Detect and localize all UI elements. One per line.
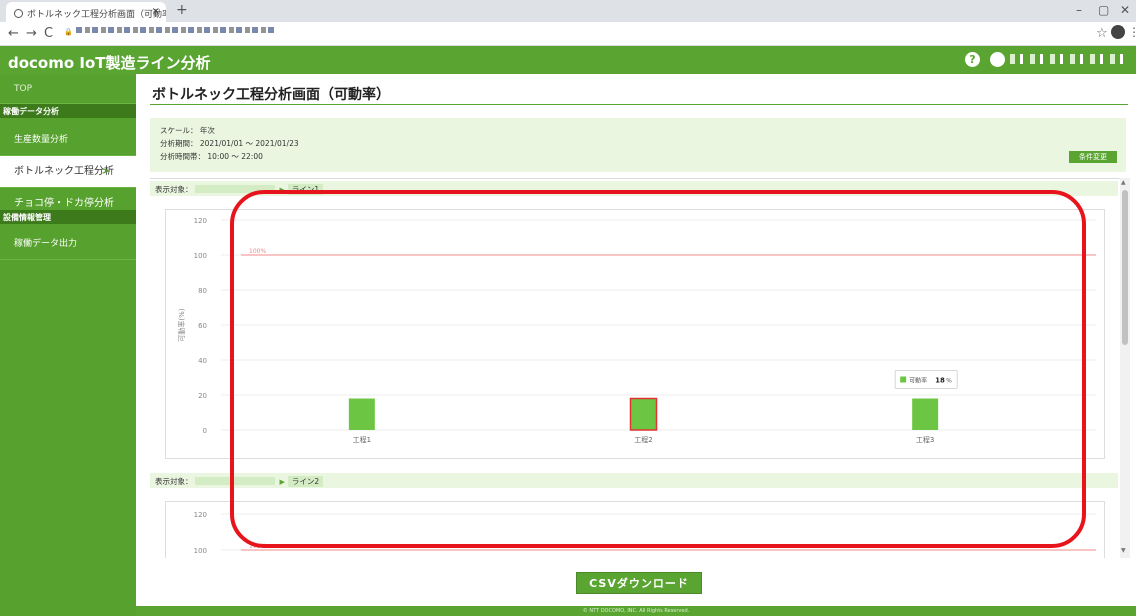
condition-time-range: 分析時間帯： 10:00 ～ 22:00 [160,152,263,161]
y-tick-label: 80 [198,287,207,295]
footer-copyright: © NTT DOCOMO, INC. All Rights Reserved. [136,606,1136,616]
y-tick-label: 100 [194,252,207,260]
y-tick-label: 60 [198,322,207,330]
play-arrow-icon: ▶ [279,478,285,486]
minimize-icon[interactable]: – [1076,3,1082,17]
browser-tab-bar: ボトルネック工程分析画面（可動率 × + – ▢ ✕ [0,0,1136,22]
title-divider [150,104,1128,105]
user-name-redacted[interactable] [1010,54,1128,64]
chart-scroll-area[interactable]: 表示対象： ▶ ライン1 0 20 40 60 80 100 120 可動率(%) 100% 工程1 工… [150,178,1130,558]
sidebar-section-equipment: 設備情報管理 [0,210,136,224]
change-conditions-button[interactable]: 条件変更 [1069,151,1117,163]
availability-bar-chart: 0 20 40 60 80 100 120 可動率(%) 100% 工程1 工程2 工程3 可動率 18% [177,217,1096,444]
scrollbar-thumb[interactable] [1122,190,1128,345]
y-axis-label: 可動率(%) [177,308,186,341]
bookmark-star-icon[interactable]: ☆ [1096,26,1108,41]
url-field[interactable]: 🔒 [64,27,284,39]
x-tick-label: 工程2 [634,435,652,444]
profile-avatar[interactable] [1111,25,1125,39]
tooltip-swatch [900,376,907,383]
sidebar-item-top[interactable]: TOP [0,74,136,104]
vertical-scrollbar[interactable]: ▲ ▼ [1120,178,1130,558]
sidebar-item-production-analysis[interactable]: 生産数量分析 [0,124,136,156]
help-icon[interactable]: ? [965,52,980,67]
display-target-label: 表示対象： [155,185,193,194]
line-name: ライン1 [287,184,324,195]
section-header-line1: 表示対象： ▶ ライン1 [150,181,1118,196]
display-target-label: 表示対象： [155,477,193,486]
y-tick-label: 120 [194,217,207,225]
line-name: ライン2 [287,476,324,487]
y-tick-label: 40 [198,357,207,365]
maximize-icon[interactable]: ▢ [1098,3,1109,17]
reload-icon[interactable]: C [44,26,53,41]
browser-menu-icon[interactable]: ⋮ [1128,25,1136,39]
csv-download-button[interactable]: CSVダウンロード [576,572,702,594]
sidebar-item-data-export[interactable]: 稼働データ出力 [0,228,136,260]
close-window-icon[interactable]: ✕ [1120,3,1130,17]
tab-favicon-icon [14,9,23,18]
target-redacted [194,477,275,485]
chart-line2: 100 120 100% [165,501,1105,558]
analysis-conditions-panel: スケール： 年次 分析期間： 2021/01/01 ～ 2021/01/23 分… [150,118,1126,172]
tab-close-icon[interactable]: × [152,6,160,17]
bar [348,398,375,430]
app-title[interactable]: docomo IoT製造ライン分析 [8,52,211,73]
address-bar: ← → C 🔒 ☆ ⋮ [0,22,1136,46]
x-tick-label: 工程1 [353,435,371,444]
tab-title: ボトルネック工程分析画面（可動率 [27,10,166,20]
scroll-up-icon[interactable]: ▲ [1121,179,1126,186]
availability-bar-chart-2: 100 120 100% [194,511,1096,555]
browser-tab[interactable]: ボトルネック工程分析画面（可動率 × [6,2,166,22]
condition-period: 分析期間： 2021/01/01 ～ 2021/01/23 [160,139,299,148]
sidebar-item-bottleneck-analysis[interactable]: ボトルネック工程分析 > [0,156,136,188]
y-tick-label: 20 [198,392,207,400]
forward-icon[interactable]: → [26,26,37,41]
reference-line-label: 100% [249,248,266,255]
new-tab-button[interactable]: + [176,2,188,18]
reference-line-label: 100% [249,543,266,550]
url-redacted [75,27,276,33]
chevron-right-icon: > [101,166,110,177]
scroll-down-icon[interactable]: ▼ [1121,547,1126,554]
sidebar-item-label: チョコ停・ドカ停分析 [14,198,114,209]
bar [629,397,658,431]
x-tick-label: 工程3 [916,435,934,444]
tooltip-unit: % [946,378,952,385]
condition-scale: スケール： 年次 [160,126,215,135]
y-tick-label: 120 [194,511,207,519]
sidebar-section-operation-data: 稼働データ分析 [0,104,136,118]
y-tick-label: 0 [203,427,207,435]
y-tick-label: 100 [194,547,207,555]
play-arrow-icon: ▶ [279,186,285,194]
back-icon[interactable]: ← [8,26,19,41]
sidebar: TOP 稼働データ分析 生産数量分析 ボトルネック工程分析 > チョコ停・ドカ停分… [0,74,136,616]
sidebar-item-label: ボトルネック工程分析 [14,166,114,177]
tooltip-value: 18 [935,377,945,385]
app-header: docomo IoT製造ライン分析 ? [0,46,1136,74]
chart-line1: 0 20 40 60 80 100 120 可動率(%) 100% 工程1 工程2 工程3 可動率 18% [165,209,1105,459]
lock-icon: 🔒 [64,28,73,36]
user-icon[interactable] [990,52,1005,67]
page-title: ボトルネック工程分析画面（可動率） [152,87,390,103]
sidebar-item-label: 生産数量分析 [14,135,69,145]
section-header-line2: 表示対象： ▶ ライン2 [150,473,1118,488]
target-redacted [194,185,275,193]
bar [912,398,939,430]
tooltip-series: 可動率 [909,377,927,385]
